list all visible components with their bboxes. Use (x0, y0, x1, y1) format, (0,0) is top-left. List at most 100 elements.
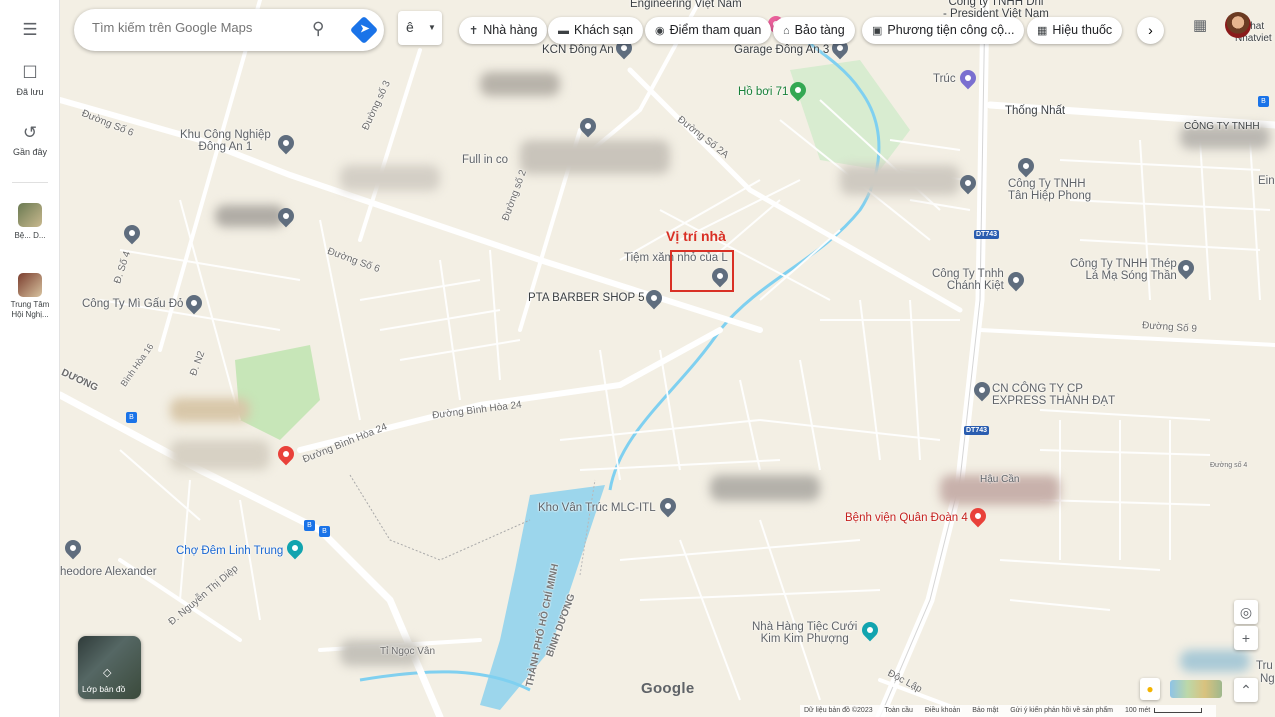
bus-stop-icon[interactable]: B (304, 520, 315, 531)
map-label: Khu Công Nghiệp Đông An 1 (180, 129, 271, 153)
map-roads-layer (60, 0, 1275, 717)
terms-link[interactable]: Điều khoản (925, 707, 960, 714)
search-icon[interactable]: ⚲ (312, 19, 324, 39)
feedback-link[interactable]: Gửi ý kiến phản hồi về sản phẩm (1010, 707, 1113, 714)
layers-icon: ◇ (103, 667, 112, 679)
recent-place-1[interactable]: Bệ... D... (0, 203, 60, 240)
chevron-up-icon: ⌃ (1240, 682, 1252, 698)
layers-button[interactable]: ◇ Lớp bản đồ (78, 636, 141, 699)
boundary-line (349, 474, 531, 561)
blurred-area (840, 165, 960, 195)
highway-shield: DT743 (964, 426, 990, 435)
transit-icon: ▣ (872, 25, 883, 37)
blurred-area (480, 72, 560, 96)
blurred-area (170, 440, 270, 470)
map-canvas[interactable]: B B B B DT743 DT743 Engineering Việt Nam… (60, 0, 1275, 717)
dropdown-icon: ▼ (428, 23, 436, 32)
map-label: heodore Alexander (60, 566, 157, 578)
chip-hotels[interactable]: ▬ Khách sạn (548, 17, 644, 44)
chip-museums[interactable]: ⌂ Bảo tàng (773, 17, 855, 44)
chip-restaurants[interactable]: ✝ Nhà hàng (459, 17, 548, 44)
menu-button[interactable]: ☰ (0, 20, 60, 44)
map-label: Nhà Hàng Tiệc Cưới Kim Kim Phượng (752, 621, 858, 645)
avatar[interactable] (1225, 12, 1251, 38)
park-area (235, 345, 320, 440)
scale-bar (1154, 707, 1203, 713)
pegman-icon: ● (1146, 682, 1154, 696)
bus-stop-icon[interactable]: B (1258, 96, 1269, 107)
map-label: CN CÔNG TY CP EXPRESS THÀNH ĐẠT (992, 383, 1116, 407)
blurred-area (215, 205, 285, 227)
map-label: Engineering Việt Nam (630, 0, 742, 10)
privacy-link[interactable]: Bảo mật (972, 707, 998, 714)
imagery-thumbnails[interactable] (1170, 680, 1222, 698)
map-label: Thống Nhất (1005, 105, 1066, 117)
annotation-title: Vị trí nhà (666, 228, 726, 244)
highway-shield: DT743 (974, 230, 1000, 239)
search-input[interactable] (92, 20, 292, 35)
road-so9 (978, 328, 1275, 347)
map-label: Ein (1258, 175, 1275, 187)
scale-label[interactable]: 100 mét (1125, 707, 1150, 714)
map-label: Chợ Đêm Linh Trung (176, 545, 284, 557)
recent-place-2-label: Trung Tâm Hội Nghị... (10, 300, 50, 319)
apps-grid-icon[interactable]: ▦ (1193, 16, 1207, 34)
hotel-icon: ▬ (558, 25, 569, 37)
map-footer: Dữ liệu bản đồ ©2023 Toàn cầu Điều khoản… (800, 705, 1217, 717)
map-label: Full in co (462, 154, 509, 166)
recent-label: Gần đây (12, 147, 48, 157)
bus-stop-icon[interactable]: B (319, 526, 330, 537)
google-logo: Google (641, 680, 695, 697)
map-label: CÔNG TY TNHH (1184, 121, 1260, 132)
directions-icon[interactable]: ➤ (349, 15, 379, 45)
road-label: Tỉ Ngọc Vân (380, 646, 436, 657)
recent-place-2[interactable]: Trung Tâm Hội Nghị... (0, 273, 60, 320)
bus-stop-icon[interactable]: B (126, 412, 137, 423)
chip-attractions[interactable]: ◉ Điểm tham quan (645, 17, 772, 44)
left-rail: ☰ ☐ Đã lưu ↺ Gần đây Bệ... D... Trung Tâ… (0, 0, 60, 717)
chip-pharmacy[interactable]: ▦ Hiệu thuốc (1027, 17, 1123, 44)
map-label: Bệnh viện Quân Đoàn 4 (845, 512, 968, 524)
chip-label: Phương tiện công cộ... (887, 23, 1015, 37)
blurred-area (340, 165, 440, 191)
chip-label: Nhà hàng (483, 23, 538, 37)
map-label: Garage Đông An 3 (734, 44, 830, 56)
history-icon: ↺ (22, 123, 38, 142)
chip-label: Điểm tham quan (669, 23, 762, 37)
input-tool-char: ê (406, 19, 414, 35)
chips-next-button[interactable]: › (1137, 17, 1164, 44)
map-label: Công Ty TNHH Tân Hiệp Phong (1008, 178, 1092, 202)
blurred-area (710, 475, 820, 501)
saved-button[interactable]: ☐ Đã lưu (0, 63, 60, 97)
chip-transit[interactable]: ▣ Phương tiện công cộ... (862, 17, 1025, 44)
recent-button[interactable]: ↺ Gần đây (0, 123, 60, 157)
saved-label: Đã lưu (16, 87, 44, 97)
map-label: KCN Đông An (542, 44, 614, 56)
map-label: Công Ty Tnhh Chánh Kiệt (932, 268, 1004, 292)
chevron-right-icon: › (1148, 22, 1153, 38)
map-label: Ng (1260, 673, 1275, 685)
zoom-in-button[interactable]: + (1234, 626, 1258, 650)
blurred-area (170, 398, 250, 422)
search-box[interactable]: ⚲ ➤ (74, 9, 384, 51)
street-view-pegman[interactable]: ● (1140, 678, 1160, 700)
annotation-box (670, 250, 734, 292)
expand-button[interactable]: ⌃ (1234, 678, 1258, 702)
restaurant-icon: ✝ (469, 25, 479, 37)
map-label: Trúc (933, 73, 956, 85)
camera-icon: ◉ (655, 25, 665, 37)
recent-place-1-label: Bệ... D... (14, 231, 46, 240)
pharmacy-icon: ▦ (1037, 25, 1048, 37)
input-tools-button[interactable]: ê ▼ (398, 11, 442, 45)
layers-label: Lớp bản đồ (82, 684, 126, 694)
map-label: Công Ty TNHH Thép Lá Mạ Sóng Thần (1070, 258, 1177, 282)
place-thumbnail (18, 203, 42, 227)
map-label: Tru (1256, 660, 1273, 672)
blurred-area (1180, 650, 1250, 672)
rail-divider (12, 182, 48, 183)
my-location-button[interactable]: ◎ (1234, 600, 1258, 624)
hamburger-menu-icon: ☰ (22, 20, 38, 39)
road-dt743 (875, 0, 990, 717)
global-link[interactable]: Toàn cầu (884, 707, 912, 714)
blurred-area (520, 140, 670, 174)
